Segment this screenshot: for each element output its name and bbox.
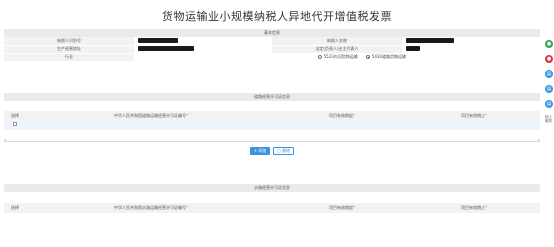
plus-icon: + [253, 148, 258, 153]
industry-label: 行业 [4, 53, 134, 62]
legal-rep-value [402, 45, 540, 54]
table-row[interactable] [4, 120, 540, 130]
col-valid-from: 项目有效期起* [329, 204, 355, 210]
radio-checked-icon [365, 55, 370, 59]
taxpayer-name-label: 纳税人名称 [272, 37, 402, 46]
side-toolbar: ● ● ▤ ▤ ▤ 网上服务 [545, 40, 554, 123]
industry-options: 5523内河货物运输 5430道路货物运输 [134, 53, 540, 62]
row-checkbox-cell [4, 122, 26, 127]
water-permit-grid-header: 选择 中华人民共和国水路运输经营许可证编号* 项目有效期起* 项目有效期止* [4, 202, 540, 213]
business-address-value [134, 45, 272, 54]
business-address-label: 生产经营地址 [4, 45, 134, 54]
col-valid-to: 项目有效期止* [461, 112, 487, 118]
col-permit-no: 中华人民共和国道路运输经营许可证编号* [114, 112, 188, 118]
basic-info-table: 纳税人识别号 纳税人名称 生产经营地址 法定(负责人)业主代表人 行业 5523… [4, 37, 540, 62]
taxpayer-id-label: 纳税人识别号 [4, 37, 134, 46]
taxpayer-id-value [134, 37, 272, 46]
basic-info-header: 基本信息 [4, 29, 540, 37]
radio-label: 5430道路货物运输 [371, 54, 406, 59]
weibo-icon[interactable]: ● [545, 55, 553, 63]
col-valid-from: 项目有效期起* [329, 112, 355, 118]
document-icon[interactable]: ▤ [545, 100, 553, 108]
horizontal-scrollbar[interactable] [4, 137, 540, 144]
page-title: 货物运输业小规模纳税人异地代开增值税发票 [162, 10, 392, 23]
radio-label: 5523内河货物运输 [323, 54, 358, 59]
road-permit-actions: + 添加 ▢ 删除 [4, 146, 540, 155]
redacted-value [138, 46, 194, 51]
document-icon[interactable]: ▤ [545, 70, 553, 78]
redacted-value [138, 37, 178, 43]
row-checkbox[interactable] [13, 122, 17, 126]
form-main: 基本信息 纳税人识别号 纳税人名称 生产经营地址 法定(负责人)业主代表人 行业… [4, 29, 540, 213]
side-toolbar-label: 网上服务 [545, 115, 552, 123]
radio-icon [317, 55, 322, 59]
add-button[interactable]: + 添加 [249, 146, 271, 155]
col-permit-no: 中华人民共和国水路运输经营许可证编号* [114, 204, 188, 210]
col-select: 选择 [11, 204, 19, 210]
redacted-value [406, 46, 420, 51]
trash-icon: ▢ [277, 148, 282, 153]
water-permit-header: 水路经营许可证信息 [4, 183, 540, 192]
industry-radio-5430[interactable]: 5430道路货物运输 [365, 54, 406, 60]
taxpayer-name-value [402, 37, 540, 46]
col-select: 选择 [11, 112, 19, 118]
redacted-value [406, 37, 454, 43]
industry-radio-5523[interactable]: 5523内河货物运输 [317, 54, 358, 60]
road-permit-header: 道路经营许可证信息 [4, 92, 540, 101]
road-permit-grid-header: 选择 中华人民共和国道路运输经营许可证编号* 项目有效期起* 项目有效期止* [4, 110, 540, 121]
document-icon[interactable]: ▤ [545, 85, 553, 93]
legal-rep-label: 法定(负责人)业主代表人 [272, 45, 402, 54]
wechat-icon[interactable]: ● [545, 40, 553, 48]
col-valid-to: 项目有效期止* [461, 204, 487, 210]
delete-button[interactable]: ▢ 删除 [273, 146, 295, 155]
